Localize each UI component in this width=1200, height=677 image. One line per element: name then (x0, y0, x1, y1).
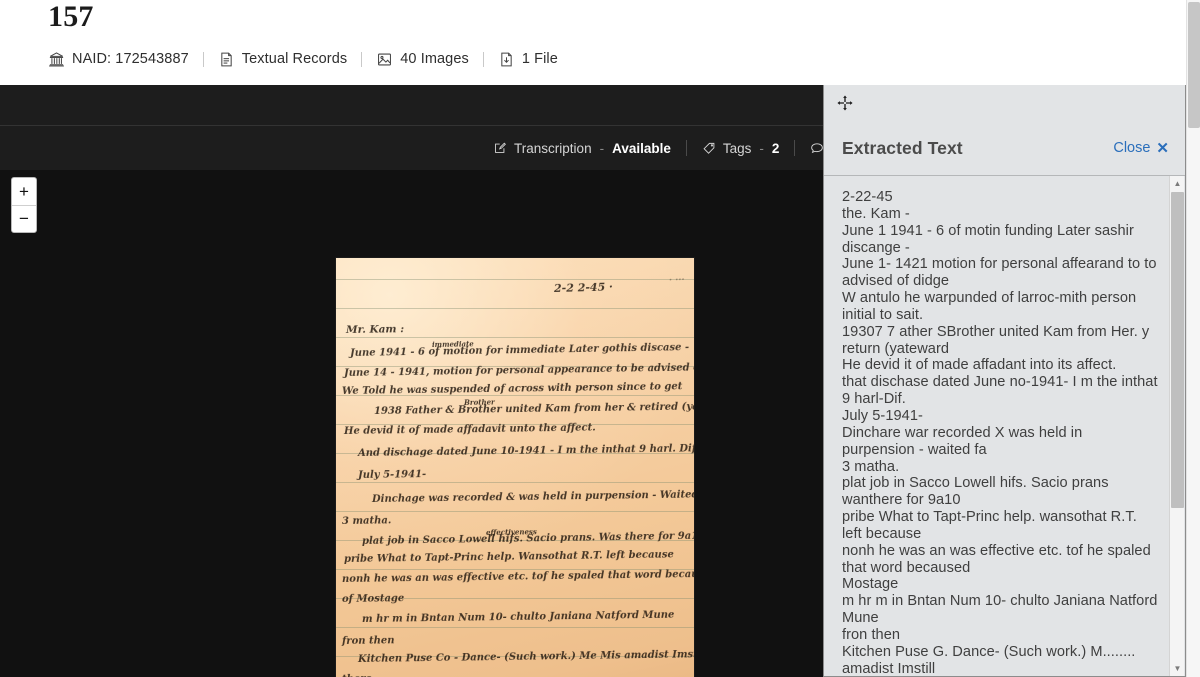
tags-button[interactable]: Tags - 2 (700, 137, 782, 160)
meta-item-files[interactable]: 1 File (498, 51, 558, 68)
extracted-text-panel: Extracted Text Close ✕ 2-22-45 the. Kam … (823, 85, 1186, 677)
panel-drag-handle[interactable] (824, 85, 1185, 121)
page-scrollbar-thumb[interactable] (1188, 2, 1200, 128)
toolbar-divider (685, 140, 687, 156)
close-x-icon: ✕ (1156, 140, 1169, 157)
transcription-label: Transcription (514, 140, 592, 156)
meta-item-images[interactable]: 40 Images (376, 51, 469, 68)
tags-label: Tags (722, 140, 752, 156)
document-icon (218, 51, 235, 68)
meta-divider (482, 51, 484, 67)
tag-icon (702, 141, 716, 155)
close-panel-button[interactable]: Close ✕ (1113, 139, 1169, 157)
page-scrollbar[interactable] (1186, 0, 1200, 677)
meta-item-naid[interactable]: NAID: 172543887 (48, 51, 189, 68)
file-download-icon (498, 51, 515, 68)
zoom-controls: + − (11, 177, 37, 233)
extracted-text-body[interactable]: 2-22-45 the. Kam - June 1 1941 - 6 of mo… (824, 176, 1185, 676)
transcription-dash: - (599, 140, 605, 156)
zoom-out-button[interactable]: − (12, 206, 36, 233)
scroll-up-arrow[interactable]: ▲ (1170, 176, 1185, 191)
archive-building-icon (48, 51, 65, 68)
document-image[interactable]: 2-2 2-45 · · ··· Mr. Kam : June 1941 - 6… (335, 257, 695, 677)
zoom-in-button[interactable]: + (12, 178, 36, 206)
close-label: Close (1113, 140, 1151, 156)
page-title: 157 (48, 0, 94, 33)
meta-divider (361, 51, 363, 67)
toolbar-divider (794, 140, 796, 156)
archives-record-viewer-page: 157 NAID: 172543887 Textual Records 40 I… (0, 0, 1200, 677)
tags-dash: - (759, 140, 764, 156)
meta-label-images: 40 Images (400, 51, 469, 67)
transcription-value: Available (612, 140, 671, 156)
scroll-down-arrow[interactable]: ▼ (1170, 661, 1185, 676)
panel-scrollbar[interactable]: ▲ ▼ (1169, 176, 1184, 676)
meta-label-record-type: Textual Records (241, 51, 348, 67)
record-meta-row: NAID: 172543887 Textual Records 40 Image… (48, 48, 1186, 70)
move-arrows-icon (836, 94, 854, 112)
meta-label-files: 1 File (521, 51, 558, 67)
extracted-text-content: 2-22-45 the. Kam - June 1 1941 - 6 of mo… (842, 189, 1158, 676)
meta-divider (202, 51, 204, 67)
transcription-button[interactable]: Transcription - Available (491, 137, 673, 160)
image-icon (376, 51, 393, 68)
edit-square-icon (493, 141, 507, 155)
meta-label-naid: NAID: 172543887 (72, 51, 189, 67)
scrollbar-thumb[interactable] (1171, 192, 1184, 508)
panel-header: Extracted Text Close ✕ (824, 121, 1185, 175)
meta-item-record-type[interactable]: Textual Records (218, 51, 347, 68)
tags-count: 2 (771, 140, 780, 156)
panel-title: Extracted Text (842, 137, 963, 158)
record-header: 157 NAID: 172543887 Textual Records 40 I… (0, 0, 1186, 85)
